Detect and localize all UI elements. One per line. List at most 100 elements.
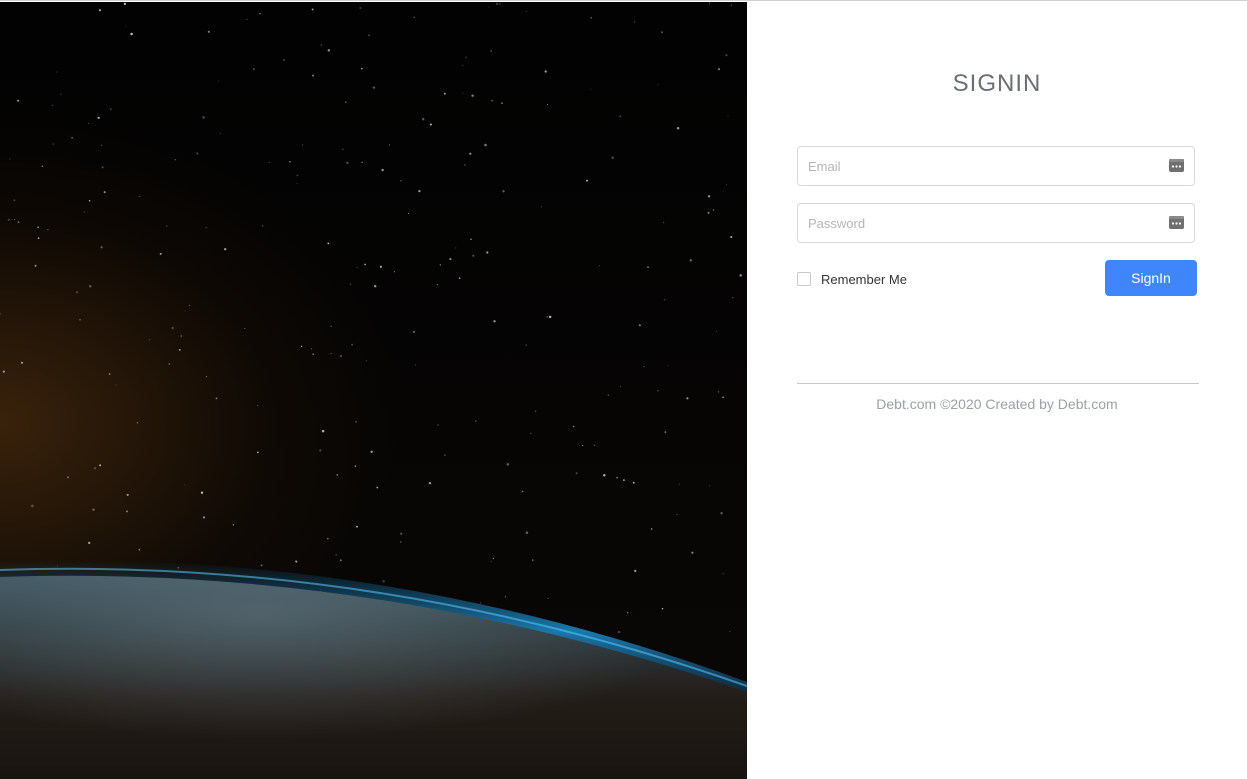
star (381, 168, 384, 172)
star (138, 196, 140, 198)
star (215, 397, 218, 400)
signin-panel: SIGNIN Remember Me (747, 2, 1247, 779)
signin-title: SIGNIN (952, 70, 1042, 97)
star (493, 320, 496, 323)
star (465, 56, 467, 59)
star (196, 152, 199, 155)
star (379, 265, 383, 268)
star (361, 161, 363, 164)
footer-divider (797, 383, 1199, 384)
star (37, 237, 40, 240)
star (469, 152, 472, 155)
star (599, 265, 601, 267)
star (488, 6, 490, 8)
star (205, 227, 207, 229)
email-input[interactable] (798, 147, 1168, 185)
star (634, 21, 636, 23)
star (257, 405, 259, 406)
star (499, 3, 501, 5)
star (475, 420, 477, 422)
star (393, 271, 396, 273)
star (20, 361, 24, 364)
star (2, 370, 5, 373)
password-input[interactable] (798, 204, 1168, 242)
star (544, 70, 547, 73)
star (17, 221, 20, 224)
star (88, 200, 91, 202)
star (708, 2, 711, 4)
star (490, 560, 492, 563)
star (400, 179, 402, 182)
star (415, 364, 417, 366)
star (108, 373, 111, 375)
star (336, 474, 338, 476)
star (83, 211, 85, 213)
star (720, 511, 723, 515)
star (437, 424, 439, 426)
star (709, 485, 711, 487)
star (31, 504, 34, 508)
star (541, 206, 542, 208)
star (486, 251, 489, 254)
star (429, 123, 432, 126)
star (492, 557, 494, 560)
star (661, 607, 664, 610)
remember-me[interactable]: Remember Me (797, 271, 907, 287)
star (188, 304, 190, 306)
star (88, 541, 91, 545)
star (691, 551, 694, 554)
star (739, 274, 742, 277)
star (730, 235, 733, 239)
star (382, 579, 385, 583)
star (534, 410, 537, 412)
earth-from-space-image (0, 2, 747, 779)
password-manager-key-icon[interactable] (1169, 216, 1184, 229)
star (346, 161, 349, 164)
star (220, 133, 222, 134)
star (676, 514, 678, 515)
star (99, 464, 102, 467)
star (56, 71, 58, 73)
password-manager-key-icon[interactable] (1169, 159, 1184, 172)
star (138, 548, 141, 551)
signin-button[interactable]: SignIn (1105, 260, 1197, 296)
star (205, 376, 207, 378)
star (47, 228, 49, 231)
star (52, 104, 54, 106)
star (171, 326, 174, 330)
star (123, 2, 127, 6)
remember-me-label[interactable]: Remember Me (821, 272, 907, 287)
star (218, 80, 220, 82)
star (126, 493, 129, 496)
star (611, 156, 614, 160)
top-border (0, 0, 1247, 1)
star (356, 266, 358, 268)
signin-page: SIGNIN Remember Me (0, 0, 1247, 779)
star (202, 116, 205, 119)
star (400, 541, 402, 543)
star (707, 211, 710, 214)
star (678, 483, 680, 485)
star (344, 101, 347, 104)
star (484, 143, 487, 147)
remember-me-checkbox[interactable] (797, 272, 811, 286)
star (356, 525, 358, 528)
star (408, 212, 410, 214)
footer-copyright: Debt.com ©2020 Created by Debt.com (876, 396, 1118, 412)
star (339, 354, 343, 358)
star (617, 631, 621, 634)
star (0, 312, 1, 315)
star (66, 476, 70, 479)
star (312, 74, 315, 77)
star (184, 310, 186, 312)
star (548, 315, 552, 319)
star (586, 179, 588, 182)
star (244, 328, 246, 330)
star (546, 103, 548, 106)
star (722, 396, 724, 399)
star (351, 343, 354, 346)
star (364, 263, 366, 266)
star (257, 451, 259, 454)
star (125, 25, 127, 27)
star (686, 397, 689, 400)
